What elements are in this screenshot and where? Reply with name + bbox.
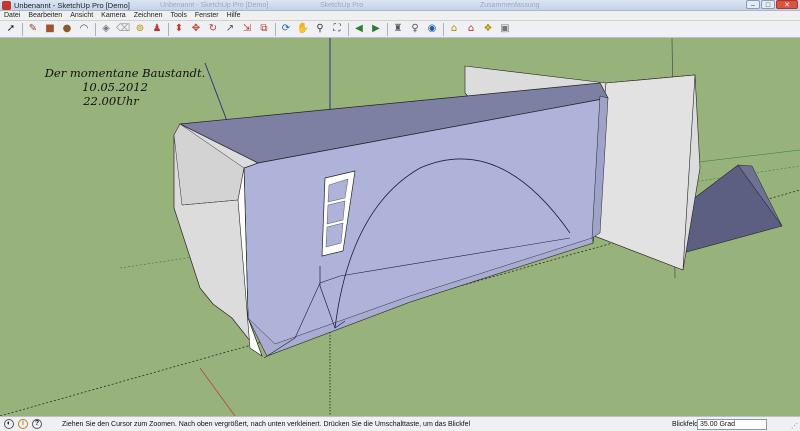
toolbar: ➚ ✎ ■ ● ◠ ◈ ⌫ ⊚ ♟ ⬍ ✥ ↻ ↗ ⇲ ⧉ ⟳ ✋ ⚲ ⛶ ◀ ▶ ♜ ♀ ◉ ⌂ ⌂ ❖ ▣ <box>0 21 800 38</box>
extension-warehouse-icon[interactable]: ▣ <box>498 22 512 36</box>
model-viewport[interactable]: Der momentane Baustandt. 10.05.2012 22.0… <box>0 38 800 416</box>
orbit-tool-icon[interactable]: ⟳ <box>279 22 293 36</box>
ghost-title: SketchUp Pro <box>320 2 364 9</box>
share-model-icon[interactable]: ⌂ <box>464 22 478 36</box>
scale-tool-icon[interactable]: ⇲ <box>240 22 254 36</box>
toolbar-separator <box>275 22 276 36</box>
menu-datei[interactable]: Datei <box>4 11 20 21</box>
menu-bearbeiten[interactable]: Bearbeiten <box>28 11 62 21</box>
menu-bar: Datei Bearbeiten Ansicht Kamera Zeichnen… <box>0 11 800 21</box>
offset-tool-icon[interactable]: ⧉ <box>257 22 271 36</box>
measurements-label: Blickfeld <box>672 421 699 428</box>
tape-measure-tool-icon[interactable]: ⊚ <box>133 22 147 36</box>
menu-fenster[interactable]: Fenster <box>195 11 219 21</box>
move-tool-icon[interactable]: ✥ <box>189 22 203 36</box>
rotate-tool-icon[interactable]: ↻ <box>206 22 220 36</box>
ghost-title: Zusammenfassung <box>480 2 540 9</box>
get-models-icon[interactable]: ⌂ <box>447 22 461 36</box>
push-pull-tool-icon[interactable]: ⬍ <box>172 22 186 36</box>
help-icon[interactable]: ? <box>32 419 42 429</box>
position-camera-icon[interactable]: ♜ <box>391 22 405 36</box>
window-controls: – □ ✕ <box>746 0 798 9</box>
toolbar-separator <box>95 22 96 36</box>
walk-tool-icon[interactable]: ♀ <box>408 22 422 36</box>
minimize-button[interactable]: – <box>746 0 760 9</box>
look-around-icon[interactable]: ◉ <box>425 22 439 36</box>
credits-icon[interactable]: i <box>18 419 28 429</box>
follow-me-tool-icon[interactable]: ↗ <box>223 22 237 36</box>
status-message: Ziehen Sie den Cursor zum Zoomen. Nach o… <box>62 421 471 428</box>
zoom-extents-tool-icon[interactable]: ⛶ <box>330 22 344 36</box>
green-guide <box>689 149 800 164</box>
toolbar-separator <box>348 22 349 36</box>
measurements-input[interactable]: 35.00 Grad <box>697 419 767 430</box>
red-axis <box>199 367 236 416</box>
annotation-line: 22.00Uhr <box>83 94 139 108</box>
next-view-icon[interactable]: ▶ <box>369 22 383 36</box>
annotation-line: Der momentane Baustandt. <box>44 66 206 80</box>
menu-hilfe[interactable]: Hilfe <box>227 11 241 21</box>
geo-location-icon[interactable]: ◐ <box>4 419 14 429</box>
zoom-tool-icon[interactable]: ⚲ <box>313 22 327 36</box>
window-title: Unbenannt - SketchUp Pro [Demo] <box>14 1 130 10</box>
rectangle-tool-icon[interactable]: ■ <box>43 22 57 36</box>
menu-ansicht[interactable]: Ansicht <box>70 11 93 21</box>
eraser-tool-icon[interactable]: ⌫ <box>116 22 130 36</box>
make-component-tool-icon[interactable]: ◈ <box>99 22 113 36</box>
circle-tool-icon[interactable]: ● <box>60 22 74 36</box>
pan-tool-icon[interactable]: ✋ <box>296 22 310 36</box>
annotation-line: 10.05.2012 <box>82 80 148 94</box>
arc-tool-icon[interactable]: ◠ <box>77 22 91 36</box>
toolbar-separator <box>22 22 23 36</box>
maximize-button[interactable]: □ <box>761 0 775 9</box>
share-component-icon[interactable]: ❖ <box>481 22 495 36</box>
status-bar: ◐ i ? Ziehen Sie den Cursor zum Zoomen. … <box>0 416 800 431</box>
toolbar-separator <box>387 22 388 36</box>
paint-bucket-tool-icon[interactable]: ♟ <box>150 22 164 36</box>
previous-view-icon[interactable]: ◀ <box>352 22 366 36</box>
ghost-title: Unbenannt - SketchUp Pro [Demo] <box>160 2 269 9</box>
menu-zeichnen[interactable]: Zeichnen <box>134 11 163 21</box>
sketchup-app-icon <box>2 1 11 10</box>
title-bar: Unbenannt - SketchUp Pro [Demo] Unbenann… <box>0 0 800 11</box>
toolbar-separator <box>168 22 169 36</box>
menu-tools[interactable]: Tools <box>170 11 186 21</box>
model-annotation: Der momentane Baustandt. 10.05.2012 22.0… <box>40 66 210 108</box>
close-button[interactable]: ✕ <box>776 0 798 9</box>
menu-kamera[interactable]: Kamera <box>101 11 126 21</box>
select-tool-icon[interactable]: ➚ <box>4 22 18 36</box>
toolbar-separator <box>443 22 444 36</box>
pencil-tool-icon[interactable]: ✎ <box>26 22 40 36</box>
resize-grip-icon[interactable]: ⋰ <box>791 422 798 430</box>
